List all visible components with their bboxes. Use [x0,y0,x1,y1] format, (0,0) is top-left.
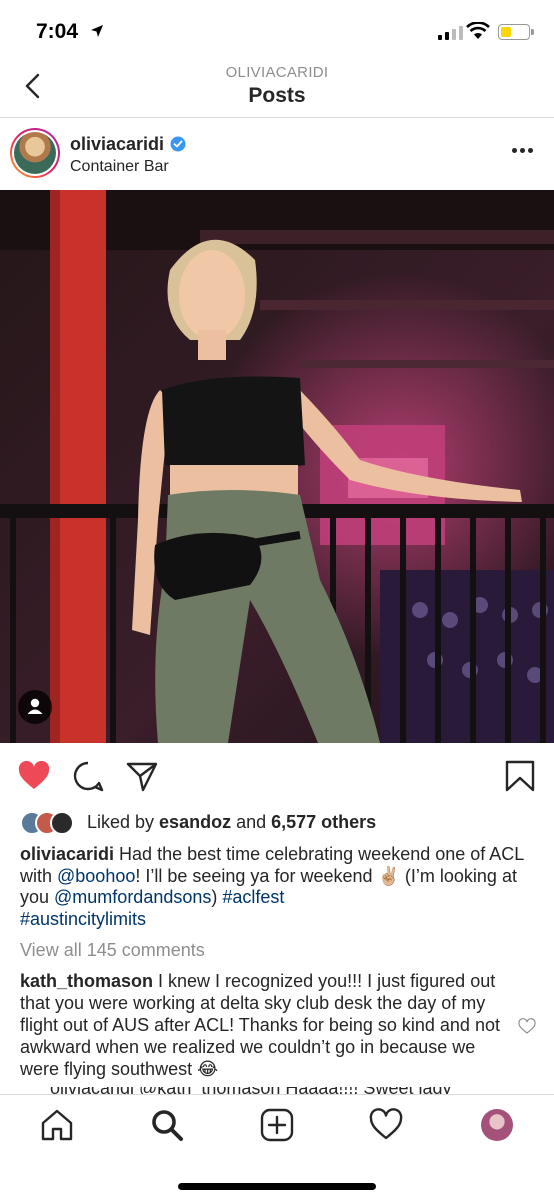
post-username[interactable]: oliviacaridi [70,134,164,155]
liker-avatars [20,811,80,835]
liker-username[interactable]: esandoz [159,812,231,832]
bottom-tab-bar [0,1094,554,1200]
page-title: Posts [248,84,306,107]
tagged-users-button[interactable] [18,690,52,724]
add-icon[interactable] [259,1107,295,1143]
view-all-comments-link[interactable]: View all 145 comments [20,940,205,961]
comment: kath_thomason I knew I recognized you!!!… [20,970,505,1080]
caption-username[interactable]: oliviacaridi [20,844,114,864]
heart-icon[interactable] [17,759,51,793]
photo-illustration [0,190,554,743]
post-photo[interactable] [0,190,554,743]
likes-text: Liked by esandoz and 6,577 others [87,812,377,832]
battery-icon [498,24,530,40]
post-location[interactable]: Container Bar [70,158,169,176]
comment-username[interactable]: kath_thomason [20,971,153,991]
location-arrow-icon [91,25,103,37]
nav-header: OLIVIACARIDI Posts [0,62,554,118]
avatar[interactable] [10,128,60,178]
comment-like-icon[interactable] [518,1018,536,1034]
hashtag-link[interactable]: #austincitylimits [20,909,146,929]
profile-tab-avatar[interactable] [481,1109,513,1141]
home-indicator [178,1183,376,1190]
status-bar: 7:04 [0,0,554,62]
status-time: 7:04 [36,20,79,43]
hashtag-link[interactable]: #aclfest [222,887,284,907]
share-icon[interactable] [125,759,159,793]
mention-link[interactable]: @mumfordandsons [54,887,211,907]
more-icon[interactable] [512,148,533,153]
home-icon[interactable] [39,1107,75,1143]
wifi-icon [466,22,490,39]
avatar [50,811,74,835]
likes-row[interactable]: Liked by esandoz and 6,577 others [20,810,540,836]
header-username: OLIVIACARIDI [225,64,329,81]
search-icon[interactable] [149,1107,185,1143]
activity-icon[interactable] [368,1107,404,1143]
comment-icon[interactable] [71,759,105,793]
post-caption: oliviacaridi Had the best time celebrati… [20,844,524,929]
likes-count[interactable]: 6,577 others [271,812,376,832]
bookmark-icon[interactable] [503,759,537,793]
signal-icon [438,26,463,40]
verified-icon [170,136,186,152]
post-actions [0,743,554,809]
mention-link[interactable]: @boohoo [57,866,135,886]
post-header: oliviacaridi Container Bar [0,118,554,190]
user-tag-icon [27,698,43,714]
